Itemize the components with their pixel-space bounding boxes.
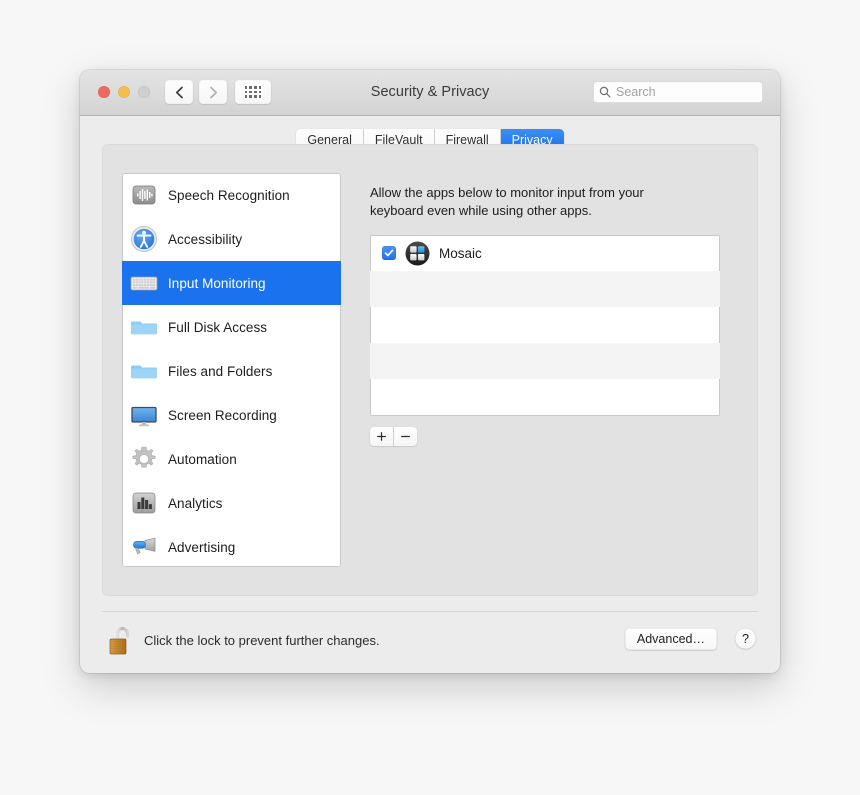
system-preferences-window: Security & Privacy Search General FileVa… [80,70,780,673]
sidebar-item-files-and-folders[interactable]: Files and Folders [122,349,341,393]
allowed-apps-list[interactable]: Mosaic [370,235,720,416]
table-row-empty [370,343,720,379]
sidebar-item-screen-recording[interactable]: Screen Recording [122,393,341,437]
table-row-empty [370,379,720,415]
sidebar-item-label: Analytics [168,495,223,511]
permission-description: Allow the apps below to monitor input fr… [370,185,644,218]
sidebar-item-label: Full Disk Access [168,319,268,335]
advanced-button[interactable]: Advanced… [624,628,717,650]
sidebar-item-input-monitoring[interactable]: Input Monitoring [122,261,341,305]
mosaic-app-icon [405,241,430,266]
checkmark-icon [384,249,394,257]
minus-icon [401,435,410,438]
sidebar-item-label: Input Monitoring [168,275,266,291]
gear-icon [129,444,159,474]
display-icon [129,400,159,430]
sidebar-item-automation[interactable]: Automation [122,437,341,481]
unlocked-padlock-icon[interactable] [105,623,139,659]
keyboard-icon [129,268,159,298]
sidebar-item-full-disk-access[interactable]: Full Disk Access [122,305,341,349]
sidebar-item-advertising[interactable]: Advertising [122,525,341,567]
privacy-category-list[interactable]: Speech Recognition Accessibility Input M… [122,173,341,567]
accessibility-icon [129,224,159,254]
sidebar-item-analytics[interactable]: Analytics [122,481,341,525]
app-name: Mosaic [439,245,482,261]
sidebar-item-label: Screen Recording [168,407,277,423]
add-remove-buttons [370,427,417,446]
folder-icon [129,356,159,386]
privacy-pane: Speech Recognition Accessibility Input M… [102,144,758,596]
table-row-empty [370,271,720,307]
window-titlebar: Security & Privacy Search [80,70,780,116]
sidebar-item-label: Automation [168,451,237,467]
search-placeholder: Search [616,85,656,99]
search-icon [599,86,611,98]
sidebar-item-label: Accessibility [168,231,243,247]
footer-divider [102,611,758,612]
waveform-icon [129,180,159,210]
sidebar-item-label: Advertising [168,539,236,555]
bar-chart-icon [129,488,159,518]
plus-icon [377,432,386,441]
search-field[interactable]: Search [593,81,763,103]
app-checkbox[interactable] [382,246,396,260]
folder-icon [129,312,159,342]
megaphone-icon [129,532,159,562]
sidebar-item-label: Files and Folders [168,363,273,379]
lock-hint-text: Click the lock to prevent further change… [144,633,380,648]
table-row-empty [370,307,720,343]
help-button[interactable]: ? [735,628,756,649]
table-row[interactable]: Mosaic [370,235,720,271]
input-monitoring-content: Allow the apps below to monitor input fr… [350,173,739,567]
window-footer: Click the lock to prevent further change… [80,611,780,673]
sidebar-item-speech-recognition[interactable]: Speech Recognition [122,173,341,217]
sidebar-item-label: Speech Recognition [168,187,290,203]
add-app-button[interactable] [370,427,394,446]
sidebar-item-accessibility[interactable]: Accessibility [122,217,341,261]
remove-app-button[interactable] [394,427,417,446]
